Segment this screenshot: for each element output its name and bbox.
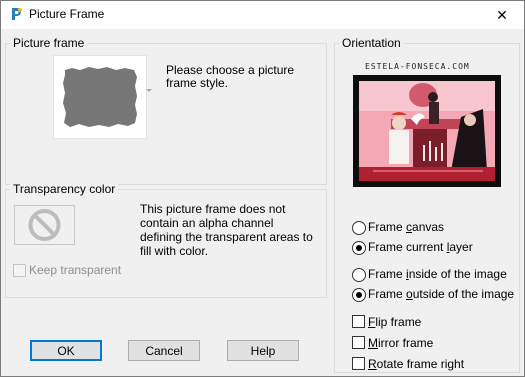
frame-outside-label: Frame outside of the image xyxy=(368,287,515,301)
mirror-frame-label: Mirror frame xyxy=(368,336,434,350)
transparency-color-swatch xyxy=(14,205,75,245)
frame-style-thumbnail xyxy=(62,66,138,128)
ok-button[interactable]: OK xyxy=(30,340,102,361)
frame-canvas-radio[interactable] xyxy=(352,221,366,235)
chevron-down-icon[interactable] xyxy=(146,89,152,92)
frame-outside-radio[interactable] xyxy=(352,288,366,302)
mirror-frame-checkbox[interactable] xyxy=(352,336,365,349)
picture-frame-dialog: Picture Frame ✕ Picture frame Please cho… xyxy=(0,0,525,377)
frame-preview-image xyxy=(353,75,501,187)
alpha-message-line1: This picture frame does not xyxy=(140,202,286,216)
radio-selected-dot xyxy=(356,245,362,251)
keep-transparent-checkbox[interactable] xyxy=(13,264,26,277)
flip-frame-checkbox[interactable] xyxy=(352,315,365,328)
frame-inside-label: Frame inside of the image xyxy=(368,267,507,281)
orientation-group-title: Orientation xyxy=(339,36,404,50)
alpha-message-line3: defining the transparent areas to xyxy=(140,230,313,244)
rotate-frame-label: Rotate frame right xyxy=(368,357,465,371)
frame-inside-radio[interactable] xyxy=(352,268,366,282)
preview-watermark: ESTELA-FONSECA.COM xyxy=(365,62,470,71)
alpha-message-line4: fill with color. xyxy=(140,244,209,258)
alpha-message-line2: contain an alpha channel xyxy=(140,216,274,230)
close-icon: ✕ xyxy=(496,6,508,23)
rotate-frame-checkbox[interactable] xyxy=(352,357,365,370)
transparency-group-title: Transparency color xyxy=(10,182,119,196)
frame-current-layer-label: Frame current layer xyxy=(368,240,473,254)
close-button[interactable]: ✕ xyxy=(480,1,524,29)
app-icon xyxy=(9,7,23,21)
cancel-button[interactable]: Cancel xyxy=(128,340,200,361)
window-title: Picture Frame xyxy=(29,7,105,21)
frame-canvas-label: Frame canvas xyxy=(368,220,445,234)
flip-frame-label: Flip frame xyxy=(368,315,422,329)
frame-style-picker[interactable] xyxy=(53,55,147,139)
title-bar: Picture Frame ✕ xyxy=(1,1,524,29)
frame-current-layer-radio[interactable] xyxy=(352,241,366,255)
help-button[interactable]: Help xyxy=(227,340,299,361)
frame-prompt-line2: frame style. xyxy=(166,76,229,90)
keep-transparent-label: Keep transparent xyxy=(29,263,122,277)
radio-selected-dot xyxy=(356,292,362,298)
no-entry-icon xyxy=(28,209,61,241)
picture-frame-group-title: Picture frame xyxy=(10,36,88,50)
